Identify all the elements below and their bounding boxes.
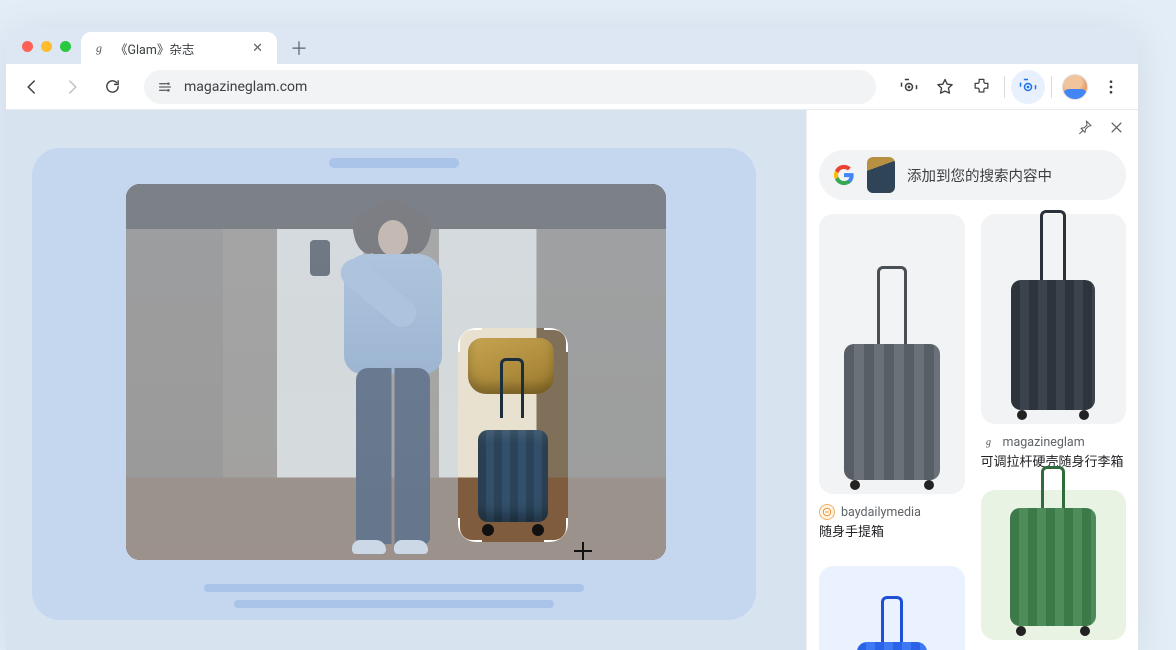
crop-handle-tl[interactable]: [458, 328, 482, 352]
lens-side-panel: 添加到您的搜索内容中 baydailymedia 随身手提: [806, 110, 1138, 650]
address-bar[interactable]: magazineglam.com: [144, 70, 876, 104]
result-source: baydailymedia: [841, 505, 921, 520]
tab-strip: g 《Glam》杂志 ✕ ＋: [6, 28, 1138, 64]
crosshair-cursor: [574, 542, 592, 560]
kebab-menu-icon[interactable]: [1094, 70, 1128, 104]
skeleton-line: [234, 600, 554, 608]
tab-favicon: g: [91, 40, 107, 56]
lens-search-icon[interactable]: [892, 70, 926, 104]
reload-button[interactable]: [96, 71, 128, 103]
maximize-window[interactable]: [60, 41, 71, 52]
lens-selection[interactable]: [458, 328, 568, 542]
tab-title: 《Glam》杂志: [115, 39, 194, 58]
result-card[interactable]: [819, 566, 965, 650]
browser-tab[interactable]: g 《Glam》杂志 ✕: [81, 32, 277, 64]
toolbar-actions: [892, 70, 1128, 104]
toolbar: magazineglam.com: [6, 64, 1138, 110]
result-card[interactable]: baydailymedia 随身手提箱: [819, 214, 965, 542]
pin-panel-icon[interactable]: [1077, 119, 1093, 135]
minimize-window[interactable]: [41, 41, 52, 52]
crop-handle-tr[interactable]: [544, 328, 568, 352]
close-window[interactable]: [22, 41, 33, 52]
separator: [1004, 76, 1005, 98]
bookmark-star-icon[interactable]: [928, 70, 962, 104]
forward-button[interactable]: [56, 71, 88, 103]
crop-handle-bl[interactable]: [458, 518, 482, 542]
separator: [1051, 76, 1052, 98]
skeleton-line: [329, 158, 459, 168]
hero-suitcase: [478, 416, 548, 536]
tab-close[interactable]: ✕: [248, 39, 267, 58]
new-tab-button[interactable]: ＋: [285, 34, 313, 62]
back-button[interactable]: [16, 71, 48, 103]
result-card[interactable]: [981, 490, 1127, 640]
lens-search-chip[interactable]: 添加到您的搜索内容中: [819, 150, 1126, 200]
browser-window: g 《Glam》杂志 ✕ ＋ magazineglam.com: [6, 28, 1138, 650]
result-title: 随身手提箱: [819, 524, 965, 542]
site-settings-icon[interactable]: [156, 78, 174, 96]
page-viewport: [6, 110, 806, 650]
window-controls: [14, 28, 81, 64]
search-thumbnail: [867, 157, 895, 193]
source-favicon: g: [981, 434, 997, 450]
page-card: [32, 148, 756, 620]
results-grid: baydailymedia 随身手提箱 g: [819, 214, 1126, 650]
skeleton-line: [204, 584, 584, 592]
extensions-icon[interactable]: [964, 70, 998, 104]
result-source: magazineglam: [1003, 435, 1085, 450]
url-text: magazineglam.com: [184, 79, 307, 95]
close-panel-icon[interactable]: [1109, 120, 1124, 135]
lens-dim-overlay: [126, 184, 666, 560]
source-favicon: [819, 504, 835, 520]
hero-image[interactable]: [126, 184, 666, 560]
result-card[interactable]: g magazineglam 可调拉杆硬壳随身行李箱: [981, 214, 1127, 472]
profile-avatar[interactable]: [1058, 70, 1092, 104]
search-chip-text: 添加到您的搜索内容中: [907, 165, 1052, 186]
crop-handle-br[interactable]: [544, 518, 568, 542]
google-logo-icon: [833, 164, 855, 186]
lens-panel-toggle-icon[interactable]: [1011, 70, 1045, 104]
